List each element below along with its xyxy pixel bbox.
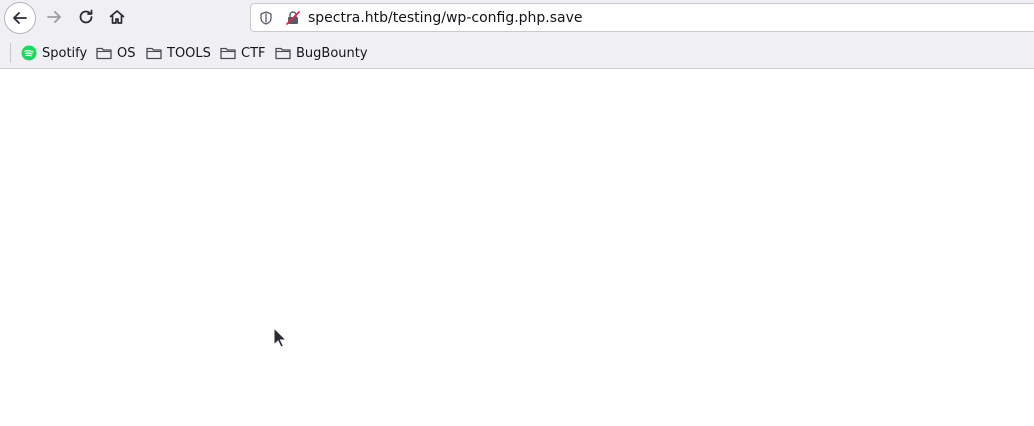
bookmark-spotify[interactable]: Spotify	[21, 43, 87, 63]
back-button[interactable]	[4, 2, 36, 34]
browser-window: spectra.htb/testing/wp-config.php.save S…	[0, 0, 1034, 426]
bookmark-label: CTF	[241, 45, 266, 61]
reload-button[interactable]	[73, 4, 99, 30]
insecure-lock-icon[interactable]	[285, 10, 301, 26]
home-icon	[109, 10, 125, 24]
bookmark-label: OS	[117, 45, 136, 61]
url-text[interactable]: spectra.htb/testing/wp-config.php.save	[308, 9, 583, 27]
bookmark-folder-ctf[interactable]: CTF	[220, 43, 266, 63]
page-content[interactable]	[0, 69, 1034, 426]
mouse-cursor-icon	[273, 327, 287, 348]
bookmark-folder-bugbounty[interactable]: BugBounty	[275, 43, 368, 63]
reload-icon	[79, 9, 93, 24]
bookmarks-separator	[10, 43, 11, 63]
forward-arrow-icon	[47, 11, 61, 23]
browser-chrome: spectra.htb/testing/wp-config.php.save S…	[0, 0, 1034, 69]
folder-icon	[146, 45, 162, 61]
bookmark-folder-os[interactable]: OS	[96, 43, 135, 63]
bookmark-label: TOOLS	[167, 45, 211, 61]
folder-icon	[96, 45, 112, 61]
bookmark-folder-tools[interactable]: TOOLS	[146, 43, 211, 63]
folder-icon	[275, 45, 291, 61]
spotify-icon	[21, 45, 37, 61]
folder-icon	[220, 45, 236, 61]
bookmarks-toolbar: Spotify OS TOOLS CTF BugBounty	[0, 40, 1034, 66]
shield-icon[interactable]	[258, 10, 274, 26]
bookmark-label: Spotify	[42, 45, 88, 61]
back-arrow-icon	[13, 12, 27, 24]
address-bar[interactable]: spectra.htb/testing/wp-config.php.save	[250, 3, 1034, 32]
home-button[interactable]	[104, 4, 130, 30]
forward-button[interactable]	[41, 4, 67, 30]
bookmark-label: BugBounty	[296, 45, 368, 61]
